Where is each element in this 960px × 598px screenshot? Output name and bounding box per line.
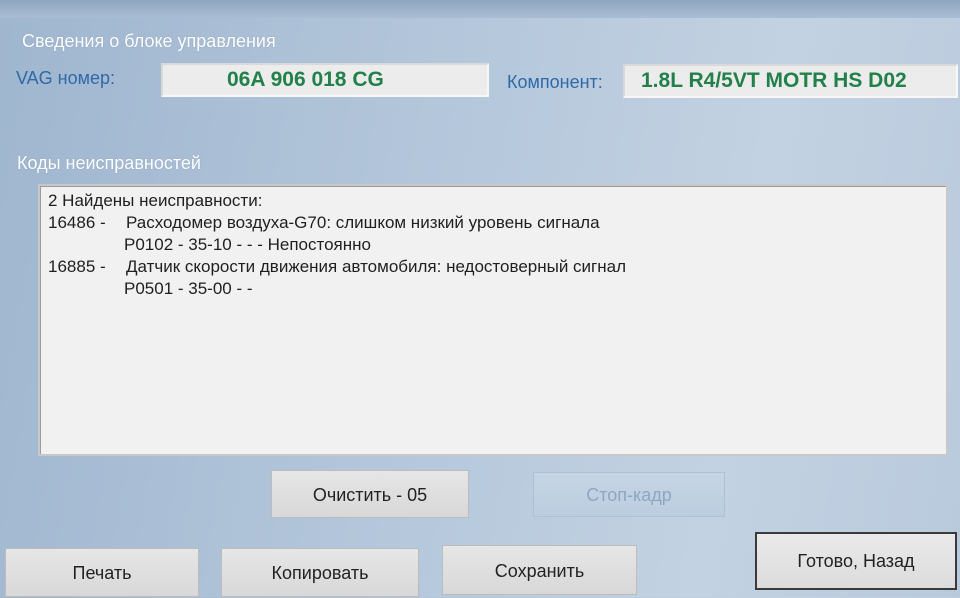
fault-item: 16486 - Расходомер воздуха-G70: слишком н… — [48, 212, 938, 234]
fault-detail: P0102 - 35-10 - - - Непостоянно — [124, 235, 371, 254]
fault-item: 16885 - Датчик скорости движения автомоби… — [48, 256, 938, 278]
save-button[interactable]: Сохранить — [442, 545, 637, 595]
fault-codes-list[interactable]: 2 Найдены неисправности: 16486 - Расходом… — [38, 184, 948, 456]
control-unit-section-title: Сведения о блоке управления — [22, 31, 276, 51]
component-label: Компонент: — [507, 72, 603, 92]
vag-number-field[interactable]: 06A 906 018 CG — [161, 63, 489, 97]
done-back-button[interactable]: Готово, Назад — [755, 532, 957, 590]
window-top-edge — [0, 0, 960, 18]
print-button[interactable]: Печать — [5, 548, 199, 597]
clear-codes-button[interactable]: Очистить - 05 — [271, 470, 469, 518]
fault-code: 16885 - — [48, 257, 106, 276]
copy-button[interactable]: Копировать — [221, 548, 419, 597]
component-field[interactable]: 1.8L R4/5VT MOTR HS D02 — [623, 64, 958, 98]
fault-codes-section-title: Коды неисправностей — [17, 153, 201, 173]
fault-code: 16486 - — [48, 213, 106, 232]
fault-count-header: 2 Найдены неисправности: — [48, 191, 263, 210]
fault-description: Датчик скорости движения автомобиля: нед… — [126, 257, 627, 276]
vag-number-label: VAG номер: — [16, 68, 116, 88]
fault-detail: P0501 - 35-00 - - — [124, 279, 253, 298]
freeze-frame-button[interactable]: Стоп-кадр — [533, 472, 725, 517]
fault-description: Расходомер воздуха-G70: слишком низкий у… — [126, 213, 600, 232]
